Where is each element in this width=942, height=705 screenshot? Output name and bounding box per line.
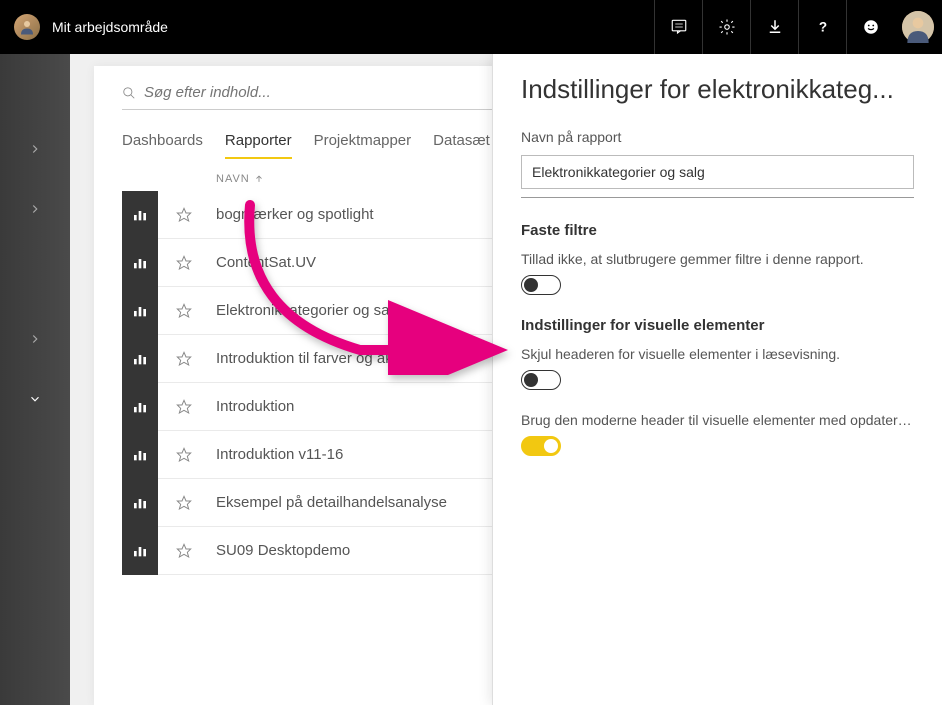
feedback-icon[interactable] <box>846 0 894 54</box>
sidebar-nav-1[interactable] <box>10 124 60 174</box>
favorite-star[interactable] <box>176 399 192 415</box>
favorite-star[interactable] <box>176 255 192 271</box>
favorite-star[interactable] <box>176 543 192 559</box>
visuals-modern-header-text: Brug den moderne header til visuelle ele… <box>521 412 914 428</box>
report-name-input[interactable] <box>521 155 914 189</box>
filters-heading: Faste filtre <box>521 222 914 239</box>
workspace-title: Mit arbejdsområde <box>52 19 168 35</box>
report-icon <box>122 191 158 239</box>
help-icon[interactable]: ? <box>798 0 846 54</box>
svg-text:?: ? <box>818 20 826 35</box>
visuals-heading: Indstillinger for visuelle elementer <box>521 317 914 334</box>
sidebar <box>0 54 70 705</box>
modern-header-toggle[interactable] <box>521 436 561 456</box>
sidebar-nav-2[interactable] <box>10 184 60 234</box>
sidebar-nav-4[interactable] <box>10 374 60 424</box>
topbar: Mit arbejdsområde ? <box>0 0 942 54</box>
user-avatar[interactable] <box>902 11 934 43</box>
report-name: Introduktion til farver og akser <box>216 350 414 367</box>
tab-reports[interactable]: Rapporter <box>225 132 292 159</box>
favorite-star[interactable] <box>176 207 192 223</box>
notifications-icon[interactable] <box>654 0 702 54</box>
report-name: SU09 Desktopdemo <box>216 542 350 559</box>
report-name: ContentSat.UV <box>216 254 316 271</box>
pane-title: Indstillinger for elektronikkateg... <box>521 74 914 105</box>
tab-dashboards[interactable]: Dashboards <box>122 132 203 159</box>
favorite-star[interactable] <box>176 447 192 463</box>
divider <box>521 197 914 198</box>
report-name: Elektronikkategorier og salg <box>216 302 401 319</box>
report-icon <box>122 383 158 431</box>
report-name: Introduktion v11-16 <box>216 446 343 463</box>
sidebar-nav-3[interactable] <box>10 314 60 364</box>
search-icon <box>122 86 136 100</box>
report-icon <box>122 335 158 383</box>
visuals-hide-header-text: Skjul headeren for visuelle elementer i … <box>521 346 914 362</box>
column-name-label: NAVN <box>216 173 250 185</box>
download-icon[interactable] <box>750 0 798 54</box>
tab-workbooks[interactable]: Projektmapper <box>314 132 412 159</box>
report-icon <box>122 527 158 575</box>
tab-datasets[interactable]: Datasæt <box>433 132 490 159</box>
settings-pane: Indstillinger for elektronikkateg... Nav… <box>492 54 942 705</box>
report-name: Introduktion <box>216 398 294 415</box>
sort-asc-icon <box>254 174 264 184</box>
report-icon <box>122 431 158 479</box>
favorite-star[interactable] <box>176 495 192 511</box>
filters-toggle[interactable] <box>521 275 561 295</box>
favorite-star[interactable] <box>176 303 192 319</box>
report-icon <box>122 479 158 527</box>
favorite-star[interactable] <box>176 351 192 367</box>
report-name: bogmærker og spotlight <box>216 206 374 223</box>
hide-header-toggle[interactable] <box>521 370 561 390</box>
report-icon <box>122 239 158 287</box>
report-icon <box>122 287 158 335</box>
settings-icon[interactable] <box>702 0 750 54</box>
report-name-label: Navn på rapport <box>521 129 914 145</box>
filters-description: Tillad ikke, at slutbrugere gemmer filtr… <box>521 251 914 267</box>
report-name: Eksempel på detailhandelsanalyse <box>216 494 447 511</box>
workspace-avatar <box>14 14 40 40</box>
